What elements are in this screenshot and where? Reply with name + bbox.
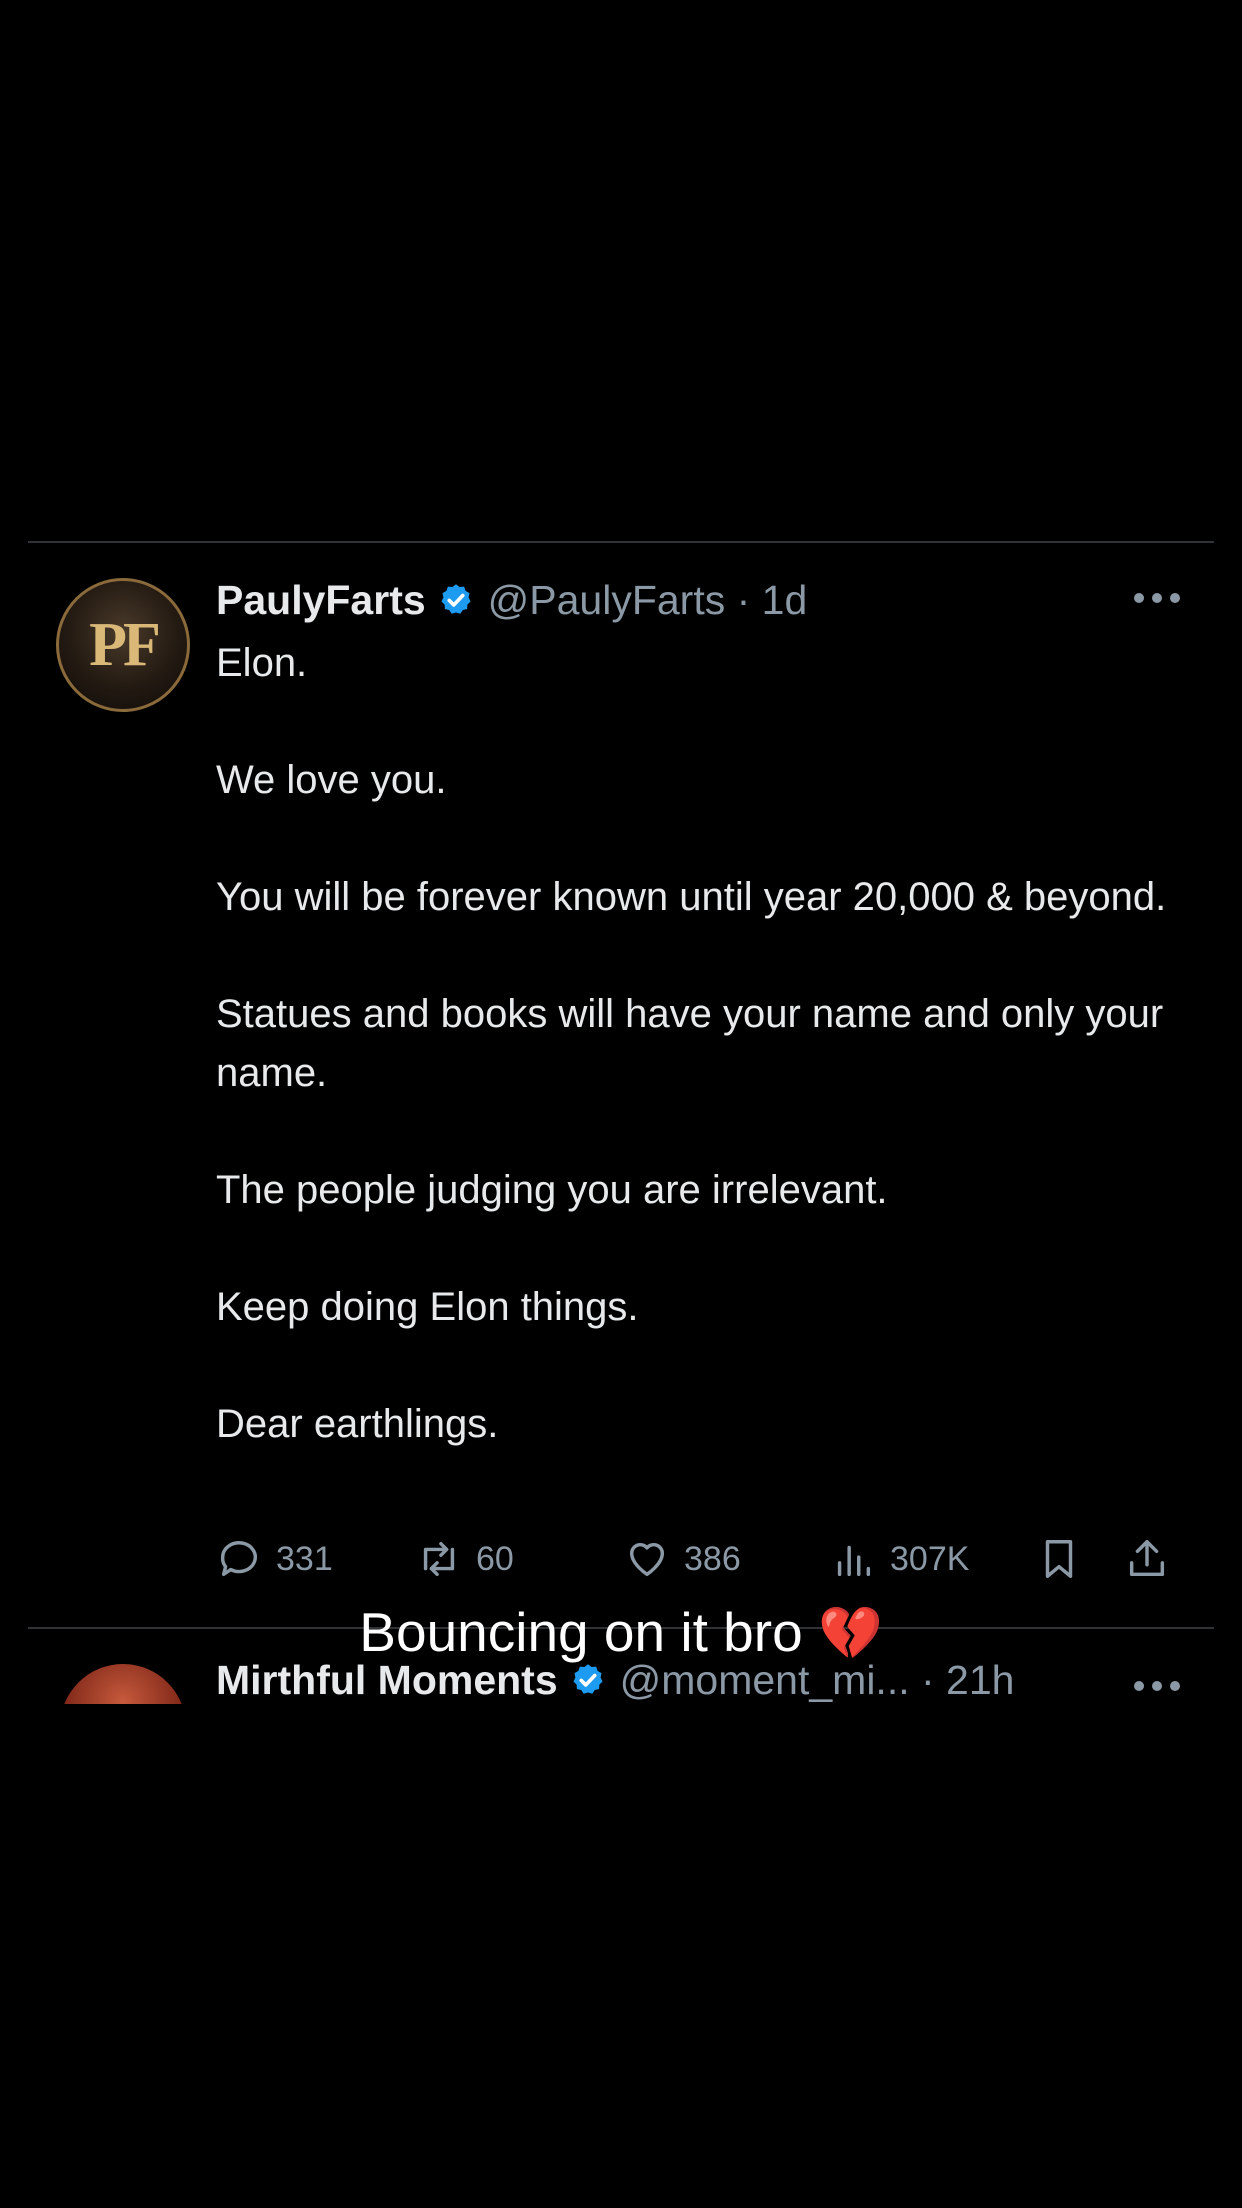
reply-button[interactable]: 331	[216, 1534, 333, 1584]
avatar[interactable]	[60, 1664, 186, 1704]
share-button[interactable]	[1124, 1534, 1184, 1584]
repost-icon	[423, 1541, 455, 1577]
tweet-paragraph: Dear earthlings.	[216, 1402, 499, 1446]
avatar-monogram: PF	[89, 610, 161, 679]
like-button[interactable]: 386	[624, 1534, 741, 1584]
broken-heart-icon: 💔	[817, 1605, 883, 1663]
share-icon	[1129, 1540, 1165, 1577]
heart-icon	[629, 1542, 665, 1577]
avatar[interactable]: PF	[56, 578, 190, 712]
tweet-paragraph: Elon.	[216, 641, 308, 685]
more-options-icon[interactable]	[1134, 590, 1180, 606]
views-button[interactable]: 307K	[830, 1534, 969, 1584]
reply-count: 331	[276, 1539, 333, 1578]
bookmark-icon	[1045, 1540, 1073, 1578]
tweet-paragraph: We love you.	[216, 758, 447, 802]
tweet-paragraph: You will be forever known until year 20,…	[216, 875, 1167, 919]
tweet-text: Elon. We love you. You will be forever k…	[216, 634, 1196, 1454]
bookmark-button[interactable]	[1036, 1534, 1096, 1584]
tweet-actions: 331 60 386 307K	[216, 1534, 1184, 1584]
views-chart-icon	[837, 1545, 871, 1577]
reply-icon	[220, 1541, 257, 1577]
handle-and-time[interactable]: @PaulyFarts · 1d	[488, 577, 808, 624]
tweet-paragraph: The people judging you are irrelevant.	[216, 1168, 888, 1212]
verified-badge-icon	[441, 584, 471, 614]
caption-overlay: Bouncing on it bro 💔	[0, 1600, 1242, 1664]
repost-button[interactable]: 60	[416, 1534, 514, 1584]
tweet-header: PaulyFarts @PaulyFarts · 1d	[216, 572, 807, 628]
like-count: 386	[684, 1539, 741, 1578]
more-options-icon[interactable]	[1134, 1678, 1180, 1694]
display-name[interactable]: PaulyFarts	[216, 577, 426, 624]
caption-text: Bouncing on it bro	[359, 1601, 803, 1663]
tweet-paragraph: Statues and books will have your name an…	[216, 992, 1164, 1095]
repost-count: 60	[476, 1539, 514, 1578]
verified-badge-icon	[573, 1664, 603, 1694]
views-count: 307K	[890, 1539, 970, 1578]
top-divider	[28, 541, 1214, 543]
tweet-paragraph: Keep doing Elon things.	[216, 1285, 639, 1329]
